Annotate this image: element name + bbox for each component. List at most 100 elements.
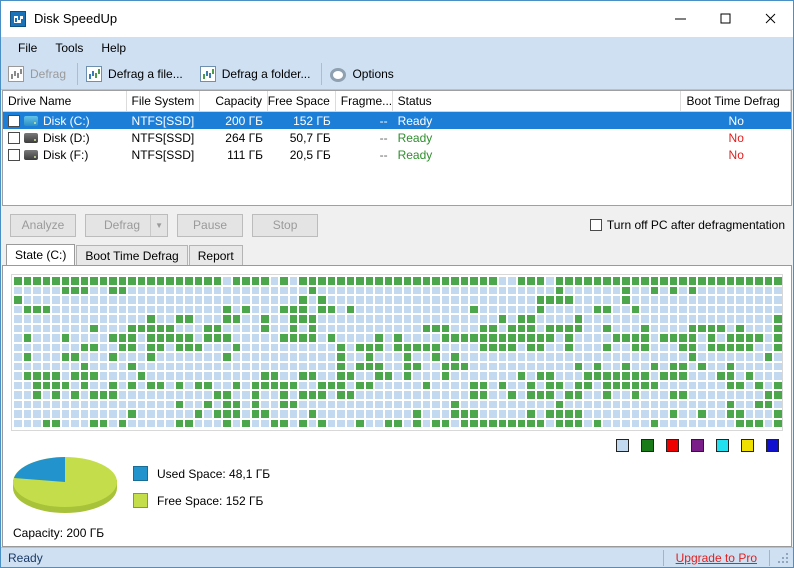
table-row[interactable]: Disk (C:) NTFS[SSD] 200 ГБ 152 ГБ -- Rea…: [3, 112, 791, 129]
cluster-block: [583, 380, 593, 390]
cluster-block: [364, 295, 374, 305]
cluster-block: [70, 304, 80, 314]
cluster-block: [687, 276, 697, 286]
cluster-block: [640, 323, 650, 333]
column-drive-name[interactable]: Drive Name: [3, 91, 127, 111]
cluster-block: [32, 323, 42, 333]
chevron-down-icon[interactable]: ▼: [150, 214, 167, 236]
cluster-block: [412, 371, 422, 381]
cluster-block: [155, 314, 165, 324]
cluster-block: [336, 314, 346, 324]
cluster-block: [165, 314, 175, 324]
cluster-block: [611, 390, 621, 400]
tab-boot-time-defrag[interactable]: Boot Time Defrag: [76, 245, 188, 265]
cluster-block: [393, 380, 403, 390]
cluster-block: [402, 285, 412, 295]
toolbar-defrag-button[interactable]: Defrag: [1, 59, 76, 90]
column-fragmentation[interactable]: Fragme...: [336, 91, 393, 111]
cluster-block: [22, 342, 32, 352]
defrag-button[interactable]: Defrag ▼: [85, 213, 169, 237]
tab-report[interactable]: Report: [188, 245, 243, 265]
cluster-block: [98, 418, 108, 428]
cluster-block: [345, 342, 355, 352]
cluster-block: [184, 361, 194, 371]
cluster-block: [716, 342, 726, 352]
close-button[interactable]: [748, 0, 793, 37]
toolbar-defrag-file-button[interactable]: Defrag a file...: [79, 59, 193, 90]
disk-usage-pie-chart: [11, 454, 119, 516]
column-boot-time-defrag[interactable]: Boot Time Defrag: [681, 91, 792, 111]
cluster-block: [317, 409, 327, 419]
cluster-block: [545, 342, 555, 352]
cluster-block: [174, 323, 184, 333]
cluster-block: [241, 371, 251, 381]
cluster-block: [51, 390, 61, 400]
cluster-block: [307, 380, 317, 390]
cluster-block: [326, 352, 336, 362]
cluster-block: [79, 352, 89, 362]
cluster-block: [307, 314, 317, 324]
cluster-block: [421, 371, 431, 381]
minimize-button[interactable]: [658, 0, 703, 37]
cluster-block: [32, 361, 42, 371]
cluster-block: [165, 323, 175, 333]
cluster-block: [364, 390, 374, 400]
menu-item-tools[interactable]: Tools: [46, 38, 92, 58]
cluster-block: [193, 285, 203, 295]
cluster-block: [697, 314, 707, 324]
cluster-block: [355, 380, 365, 390]
column-status[interactable]: Status: [393, 91, 682, 111]
tab-state[interactable]: State (C:): [6, 244, 76, 265]
maximize-button[interactable]: [703, 0, 748, 37]
cluster-block: [117, 418, 127, 428]
pause-button[interactable]: Pause: [177, 213, 244, 237]
row-checkbox[interactable]: [8, 114, 20, 127]
cluster-block: [431, 323, 441, 333]
cluster-block: [288, 323, 298, 333]
cluster-block: [326, 333, 336, 343]
status-separator-2: [769, 549, 770, 566]
upgrade-to-pro-link[interactable]: Upgrade to Pro: [664, 551, 769, 565]
disk-cluster-map[interactable]: [11, 274, 783, 431]
cluster-block: [13, 399, 23, 409]
cluster-block: [22, 352, 32, 362]
cluster-block: [22, 399, 32, 409]
cluster-block: [754, 314, 764, 324]
cluster-block: [193, 333, 203, 343]
analyze-button[interactable]: Analyze: [10, 213, 76, 237]
toolbar-defrag-folder-button[interactable]: Defrag a folder...: [193, 59, 321, 90]
cluster-block: [288, 342, 298, 352]
turn-off-pc-checkbox-row[interactable]: Turn off PC after defragmentation: [589, 218, 785, 232]
turn-off-pc-checkbox[interactable]: [589, 219, 602, 231]
cluster-block: [659, 314, 669, 324]
cluster-block: [668, 361, 678, 371]
table-row[interactable]: Disk (F:) NTFS[SSD] 111 ГБ 20,5 ГБ -- Re…: [3, 146, 791, 163]
table-row[interactable]: Disk (D:) NTFS[SSD] 264 ГБ 50,7 ГБ -- Re…: [3, 129, 791, 146]
column-capacity[interactable]: Capacity: [200, 91, 269, 111]
cluster-block: [336, 380, 346, 390]
cluster-block: [32, 380, 42, 390]
menu-item-file[interactable]: File: [9, 38, 46, 58]
cluster-block: [41, 409, 51, 419]
row-checkbox[interactable]: [8, 131, 20, 144]
cluster-block: [146, 333, 156, 343]
cluster-block: [402, 295, 412, 305]
cluster-block: [41, 295, 51, 305]
row-checkbox[interactable]: [8, 148, 20, 161]
column-free-space[interactable]: Free Space: [268, 91, 336, 111]
stop-button[interactable]: Stop: [252, 213, 319, 237]
cluster-block: [136, 342, 146, 352]
drive-list-header: Drive Name File System Capacity Free Spa…: [3, 91, 792, 112]
cluster-block: [697, 418, 707, 428]
cluster-block: [89, 380, 99, 390]
resize-grip-icon[interactable]: [776, 551, 790, 565]
menu-item-help[interactable]: Help: [92, 38, 135, 58]
cluster-block: [602, 304, 612, 314]
cluster-block: [630, 390, 640, 400]
cluster-block: [41, 323, 51, 333]
column-file-system[interactable]: File System: [127, 91, 201, 111]
toolbar-options-button[interactable]: Options: [323, 59, 403, 90]
cluster-block: [668, 333, 678, 343]
cluster-block: [402, 390, 412, 400]
cluster-block: [32, 295, 42, 305]
